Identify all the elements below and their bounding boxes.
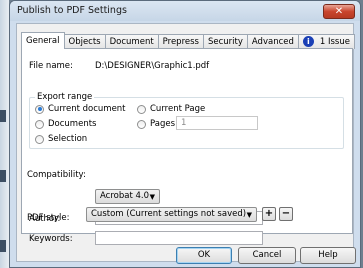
ok-button[interactable]: OK (176, 247, 232, 264)
pdf-style-dropdown[interactable]: Custom (Current settings not saved) ▼ (86, 207, 257, 222)
compatibility-dropdown[interactable]: Acrobat 4.0 ▼ (95, 189, 160, 204)
tab-label: General (26, 36, 60, 46)
cancel-button[interactable]: Cancel (238, 247, 296, 264)
plus-icon: + (264, 208, 274, 219)
radio-button (137, 104, 146, 114)
title-bar[interactable]: Publish to PDF Settings ✕ (10, 1, 360, 21)
radio-pages[interactable]: Pages: (137, 119, 178, 129)
file-name-label: File name: (29, 61, 73, 71)
background-window-edge (0, 0, 9, 268)
export-range-label: Export range (35, 92, 95, 102)
export-range-group: Export range Current document Documents … (29, 92, 344, 149)
close-icon: ✕ (334, 6, 344, 17)
compatibility-label-overlay: Compatibility: (27, 170, 86, 180)
tab-prepress[interactable]: Prepress (157, 34, 204, 49)
tab-issues[interactable]: i 1 Issue (297, 34, 355, 49)
tab-objects[interactable]: Objects (63, 34, 106, 49)
dialog-title: Publish to PDF Settings (17, 5, 127, 16)
tab-document[interactable]: Document (104, 34, 159, 49)
file-name-value: D:\DESIGNER\Graphic1.pdf (95, 61, 210, 71)
radio-label: Pages: (150, 119, 178, 129)
radio-documents[interactable]: Documents (35, 119, 96, 129)
radio-current-page[interactable]: Current Page (137, 104, 205, 114)
background-marker (0, 240, 6, 252)
publish-pdf-dialog: Publish to PDF Settings ✕ General Object… (9, 0, 361, 268)
tab-label: Document (109, 37, 154, 47)
tab-advanced[interactable]: Advanced (246, 34, 299, 49)
radio-label: Current document (48, 104, 126, 114)
tab-label: 1 Issue (319, 37, 350, 47)
radio-label: Selection (48, 134, 88, 144)
chevron-down-icon: ▼ (246, 211, 252, 219)
add-style-button[interactable]: + (262, 207, 276, 221)
radio-button (35, 134, 44, 144)
pages-input[interactable]: 1 (176, 116, 258, 130)
keywords-label: Keywords: (29, 234, 73, 244)
tab-general[interactable]: General (21, 32, 65, 49)
pdf-style-label: PDF style: (27, 213, 70, 223)
radio-label: Current Page (150, 104, 206, 114)
radio-button (35, 119, 44, 129)
chevron-down-icon: ▼ (149, 193, 155, 201)
help-button[interactable]: Help (300, 247, 356, 264)
tab-security[interactable]: Security (202, 34, 248, 49)
tab-label: Objects (68, 37, 101, 47)
minus-icon: − (281, 208, 291, 219)
keywords-field[interactable] (95, 231, 263, 245)
pdf-style-value: Custom (Current settings not saved) (91, 209, 247, 219)
tab-label: Security (207, 37, 243, 47)
compatibility-value: Acrobat 4.0 (100, 191, 150, 201)
dialog-client-area: General Objects Document Prepress Securi… (16, 23, 355, 262)
radio-label: Documents (48, 119, 97, 129)
radio-button (137, 119, 146, 129)
radio-button-checked (35, 104, 44, 114)
tab-strip: General Objects Document Prepress Securi… (21, 32, 355, 49)
close-button[interactable]: ✕ (323, 4, 355, 19)
info-icon: i (302, 36, 314, 47)
background-marker (0, 110, 6, 122)
background-marker (0, 170, 6, 182)
tab-label: Prepress (162, 37, 199, 47)
radio-selection[interactable]: Selection (35, 134, 87, 144)
tab-label: Advanced (251, 37, 294, 47)
remove-style-button[interactable]: − (279, 207, 293, 221)
radio-current-document[interactable]: Current document (35, 104, 126, 114)
